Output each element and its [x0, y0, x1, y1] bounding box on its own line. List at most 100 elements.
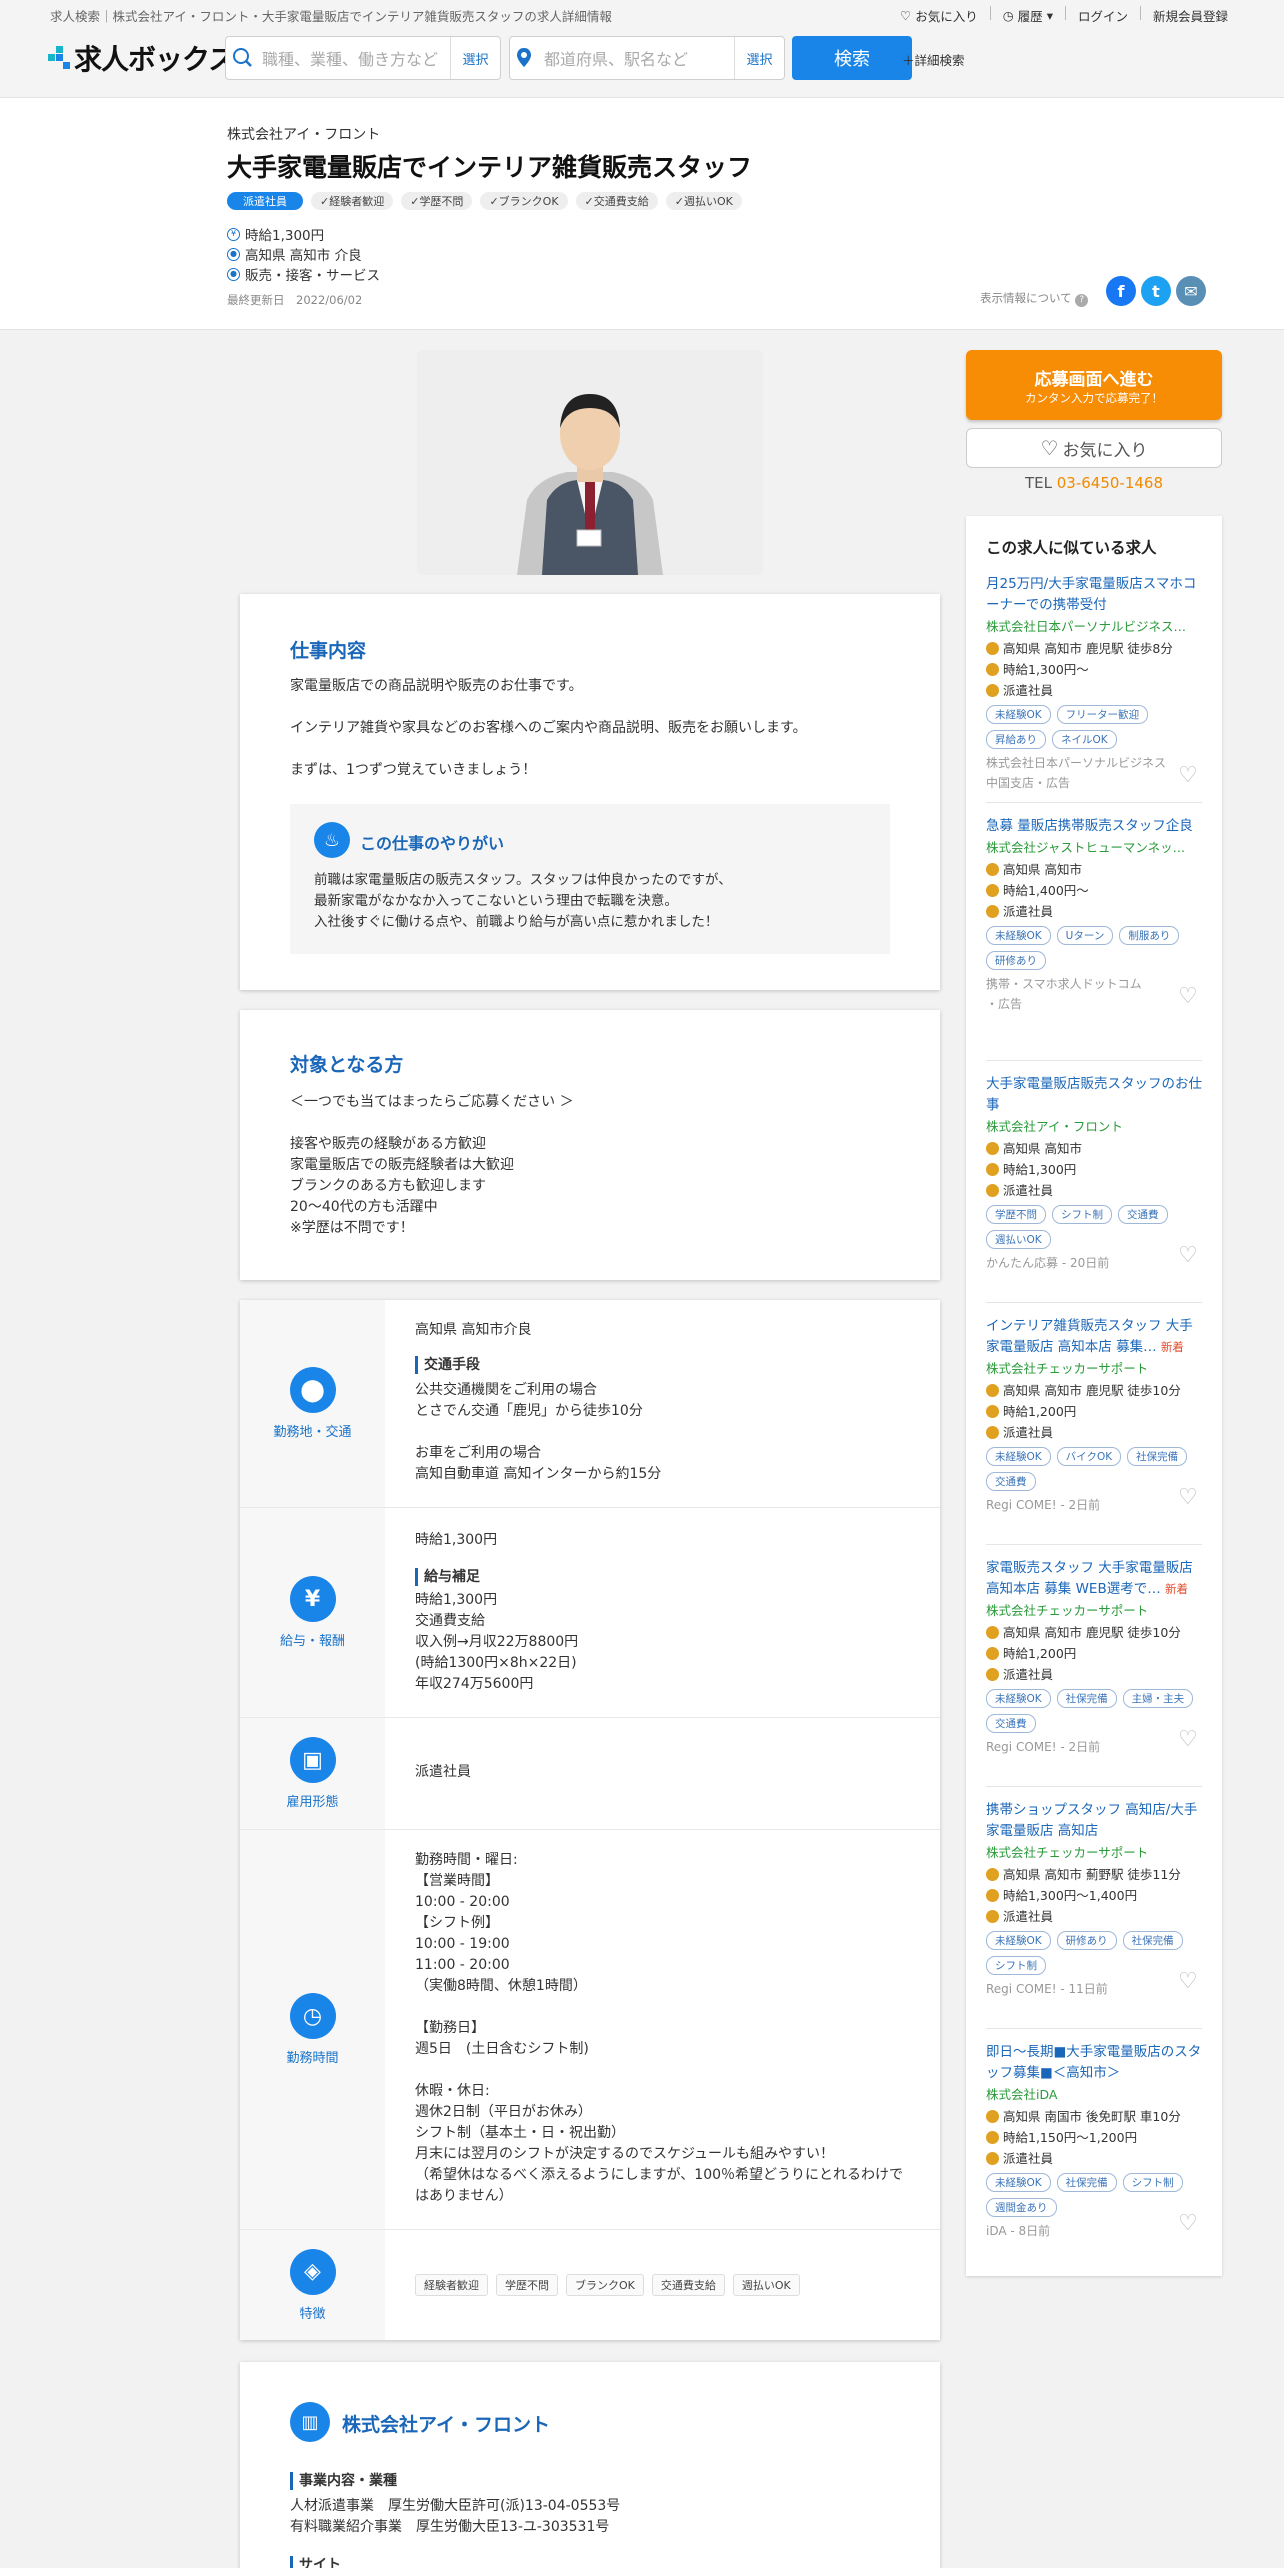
keyword-select-button[interactable]: 選択	[450, 37, 500, 79]
apply-button[interactable]: 応募画面へ進む カンタン入力で応募完了！	[966, 350, 1222, 420]
similar-job-title[interactable]: 急募 量販店携帯販売スタッフ企良	[986, 816, 1202, 837]
similar-job-chip: 主婦・主夫	[1122, 1689, 1194, 1708]
similar-job-chip: 昇給あり	[986, 730, 1046, 749]
keyword-search: 職種、業種、働き方など 選択	[225, 36, 501, 80]
target-heading: 対象となる方	[290, 1054, 404, 1076]
briefcase-icon	[986, 2152, 999, 2165]
wage-line: ¥ 時給1,300円	[227, 224, 324, 244]
favorite-heart-icon[interactable]: ♡	[1178, 1729, 1202, 1751]
similar-heading: この求人に似ている求人	[986, 539, 1157, 557]
favorites-link[interactable]: ♡ お気に入り	[888, 6, 990, 25]
highlight-heading: この仕事のやりがい	[360, 834, 505, 853]
similar-job-location: 高知県 高知市 鹿児駅 徒歩10分	[986, 1380, 1202, 1401]
pin-icon	[986, 1142, 999, 1155]
features-row: ◈ 特徴 経験者歓迎 学歴不問 ブランクOK 交通費支給 週払いOK	[240, 2230, 940, 2340]
similar-job-item[interactable]: 月25万円/大手家電量販店スマホコーナーでの携帯受付 株式会社日本パーソナルビジ…	[986, 574, 1202, 793]
yen-icon: ¥	[289, 1576, 336, 1622]
similar-job-company: 株式会社日本パーソナルビジネス…	[986, 619, 1187, 634]
favorite-heart-icon[interactable]: ♡	[1178, 1245, 1202, 1267]
advanced-search-link[interactable]: ＋詳細検索	[902, 50, 965, 69]
logo[interactable]: 求人ボックス	[48, 38, 236, 78]
tel-line: TEL 03-6450-1468	[1024, 474, 1164, 492]
similar-job-chip: 未経験OK	[986, 705, 1051, 724]
similar-job-item[interactable]: 大手家電量販店販売スタッフのお仕事 株式会社アイ・フロント 高知県 高知市 時給1,…	[986, 1074, 1202, 1273]
advanced-search-label: 詳細検索	[914, 53, 965, 68]
last-updated: 最終更新日 2022/06/02	[227, 293, 363, 307]
target-card: 対象となる方 ＜一つでも当てはまったらご応募ください ＞ 接客や販売の経験がある…	[240, 1010, 940, 1280]
history-link[interactable]: ◷ 履歴 ▾	[991, 6, 1065, 25]
favorite-heart-icon[interactable]: ♡	[1178, 765, 1202, 787]
display-info-link[interactable]: 表示情報について ?	[980, 290, 1089, 307]
utility-nav: ♡ お気に入り ◷ 履歴 ▾ ログイン 新規会員登録	[888, 6, 1240, 25]
divider	[986, 1544, 1202, 1545]
pin-icon: ●	[227, 247, 240, 261]
target-body: ＜一つでも当てはまったらご応募ください ＞ 接客や販売の経験がある方歓迎 家電量…	[290, 1094, 574, 1236]
similar-job-item[interactable]: インテリア雑貨販売スタッフ 大手家電量販店 高知本店 募集… 新着 株式会社チェッ…	[986, 1316, 1202, 1515]
company-card-name: 株式会社アイ・フロント	[342, 2414, 551, 2436]
similar-job-chip: 研修あり	[986, 951, 1046, 970]
similar-job-chips: 未経験OK 研修あり 社保完備 シフト制	[986, 1931, 1202, 1975]
feature-tags: 経験者歓迎 学歴不問 ブランクOK 交通費支給 週払いOK	[415, 2274, 800, 2296]
similar-job-wage: 時給1,400円～	[986, 880, 1202, 901]
similar-job-title[interactable]: インテリア雑貨販売スタッフ 大手家電量販店 高知本店 募集… 新着	[986, 1316, 1202, 1358]
similar-job-item[interactable]: 携帯ショップスタッフ 高知店/大手家電量販店 高知店 株式会社チェッカーサポート…	[986, 1800, 1202, 1999]
similar-job-type: 派遣社員	[986, 1180, 1202, 1201]
hours-label: 勤務時間	[286, 2051, 339, 2066]
similar-job-item[interactable]: 即日～長期■大手家電量販店のスタッフ募集■＜高知市＞ 株式会社iDA 高知県 南国…	[986, 2042, 1202, 2241]
favorite-button[interactable]: ♡ お気に入り	[966, 428, 1222, 468]
similar-job-title[interactable]: 月25万円/大手家電量販店スマホコーナーでの携帯受付	[986, 574, 1202, 616]
mail-share-icon[interactable]: ✉	[1176, 276, 1206, 306]
favorite-heart-icon[interactable]: ♡	[1178, 1487, 1202, 1509]
briefcase-icon	[986, 1668, 999, 1681]
logo-text: 求人ボックス	[74, 43, 236, 76]
similar-job-chip: ネイルOK	[1052, 730, 1117, 749]
similar-job-item[interactable]: 急募 量販店携帯販売スタッフ企良 株式会社ジャストヒューマンネッ… 高知県 高知市…	[986, 816, 1202, 1014]
similar-job-chip: Uターン	[1056, 926, 1114, 945]
employment-tag: 派遣社員	[227, 192, 303, 210]
similar-job-chip: 交通費	[986, 1472, 1036, 1491]
similar-job-wage: 時給1,200円	[986, 1401, 1202, 1422]
favorite-heart-icon[interactable]: ♡	[1178, 2213, 1202, 2235]
login-link[interactable]: ログイン	[1066, 6, 1140, 25]
pin-icon	[986, 642, 999, 655]
similar-job-wage: 時給1,150円～1,200円	[986, 2127, 1202, 2148]
similar-job-location: 高知県 高知市 鹿児駅 徒歩8分	[986, 638, 1202, 659]
salary-body: 時給1,300円 交通費支給 収入例→月収22万8800円 (時給1300円×8…	[415, 1592, 579, 1692]
business-body: 人材派遣事業 厚生労働大臣許可(派)13-04-0553号 有料職業紹介事業 厚…	[290, 2498, 621, 2535]
location-pin-icon: ⬤	[289, 1367, 336, 1413]
location-select-button[interactable]: 選択	[734, 37, 784, 79]
pin-icon	[986, 1384, 999, 1397]
similar-job-chip: 社保完備	[1127, 1447, 1188, 1466]
divider	[986, 802, 1202, 803]
keyword-input[interactable]: 職種、業種、働き方など	[256, 46, 450, 70]
similar-job-item[interactable]: 家電販売スタッフ 大手家電量販店 高知本店 募集 WEB選考で… 新着 株式会社チ…	[986, 1558, 1202, 1757]
twitter-share-icon[interactable]: t	[1141, 276, 1171, 306]
similar-job-title[interactable]: 携帯ショップスタッフ 高知店/大手家電量販店 高知店	[986, 1800, 1202, 1842]
employment-value: 派遣社員	[415, 1764, 471, 1780]
job-photo	[417, 350, 763, 575]
favorite-heart-icon[interactable]: ♡	[1178, 1971, 1202, 1993]
description-body: 家電量販店での商品説明や販売のお仕事です。 インテリア雑貨や家具などのお客様への…	[290, 678, 807, 778]
favorite-heart-icon[interactable]: ♡	[1178, 986, 1202, 1008]
similar-job-company: 株式会社チェッカーサポート	[986, 1845, 1149, 1860]
company-name[interactable]: 株式会社アイ・フロント	[227, 124, 380, 144]
facebook-share-icon[interactable]: f	[1106, 276, 1136, 306]
location-value: 高知県 高知市介良	[415, 1322, 532, 1338]
search-button[interactable]: 検索	[792, 36, 912, 80]
feature-tag: 週払いOK	[732, 2274, 800, 2296]
similar-job-title[interactable]: 家電販売スタッフ 大手家電量販店 高知本店 募集 WEB選考で… 新着	[986, 1558, 1202, 1600]
similar-job-title[interactable]: 大手家電量販店販売スタッフのお仕事	[986, 1074, 1202, 1116]
site-heading: サイト	[290, 2556, 341, 2568]
register-link[interactable]: 新規会員登録	[1141, 6, 1240, 25]
heart-icon: ♡	[900, 8, 912, 23]
divider	[986, 1060, 1202, 1061]
location-input[interactable]: 都道府県、駅名など	[538, 46, 734, 70]
similar-job-chips: 未経験OK 社保完備 シフト制 週間金あり	[986, 2173, 1202, 2217]
tel-number[interactable]: 03-6450-1468	[1057, 474, 1163, 492]
similar-job-source: Regi COME! - 11日前	[986, 1982, 1108, 1996]
similar-jobs-panel: この求人に似ている求人 月25万円/大手家電量販店スマホコーナーでの携帯受付 株…	[966, 516, 1222, 2276]
feature-tag: 経験者歓迎	[415, 2274, 488, 2296]
similar-job-title[interactable]: 即日～長期■大手家電量販店のスタッフ募集■＜高知市＞	[986, 2042, 1202, 2084]
chevron-down-icon: ▾	[1046, 8, 1053, 23]
similar-job-chip: 週払いOK	[986, 1230, 1051, 1249]
